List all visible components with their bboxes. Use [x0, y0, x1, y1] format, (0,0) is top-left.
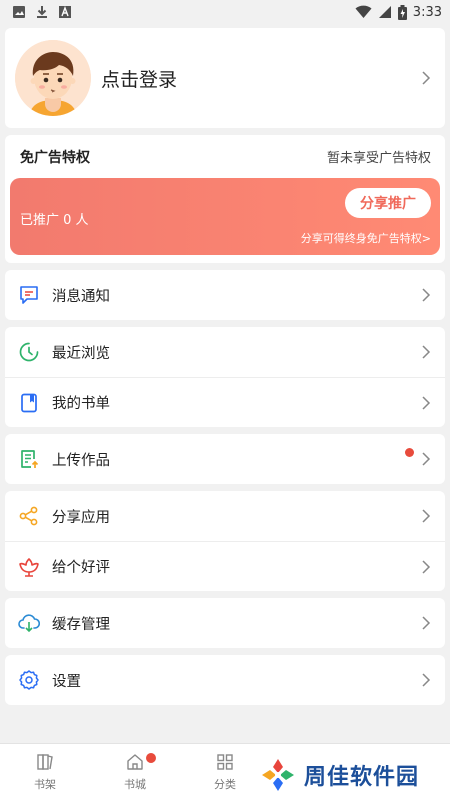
chevron-right-icon — [422, 288, 431, 302]
menu-group-settings: 设置 — [5, 655, 445, 705]
menu-label-share-app: 分享应用 — [52, 509, 110, 526]
login-prompt[interactable]: 点击登录 — [101, 65, 421, 92]
tab-bookstore[interactable]: 书城 — [90, 744, 180, 800]
chevron-right-icon — [422, 509, 431, 523]
menu-item-cache[interactable]: 缓存管理 — [5, 598, 445, 648]
font-notification-icon — [59, 6, 71, 18]
menu-group-upload: 上传作品 — [5, 434, 445, 484]
tab-label-bookshelf: 书架 — [34, 778, 56, 791]
promotion-banner: 已推广 0 人 分享推广 分享可得终身免广告特权> — [10, 178, 440, 255]
menu-item-recent[interactable]: 最近浏览 — [5, 327, 445, 377]
profile-card[interactable]: 点击登录 — [5, 28, 445, 128]
tab-label-category: 分类 — [214, 778, 236, 791]
flower-icon — [19, 557, 39, 577]
book-icon — [21, 393, 37, 412]
menu-item-booklist[interactable]: 我的书单 — [5, 377, 445, 427]
ad-privilege-card: 免广告特权 暂未享受广告特权 已推广 0 人 分享推广 分享可得终身免广告特权> — [5, 135, 445, 263]
menu-label-notifications: 消息通知 — [52, 288, 110, 305]
chevron-right-icon — [422, 395, 431, 410]
avatar[interactable] — [15, 40, 91, 116]
menu-label-booklist: 我的书单 — [52, 396, 110, 412]
menu-label-settings: 设置 — [52, 673, 81, 690]
menu-label-recent: 最近浏览 — [52, 345, 110, 362]
menu-group-messages: 消息通知 — [5, 270, 445, 320]
cloud-download-icon — [18, 614, 40, 633]
menu-label-upload: 上传作品 — [52, 452, 110, 469]
watermark: 周佳软件园 — [250, 750, 450, 800]
chevron-right-icon — [422, 71, 431, 85]
menu-item-share-app[interactable]: 分享应用 — [5, 491, 445, 541]
menu-item-settings[interactable]: 设置 — [5, 655, 445, 705]
wifi-icon — [355, 5, 372, 19]
ad-privilege-status: 暂未享受广告特权 — [326, 151, 431, 166]
chevron-right-icon — [422, 559, 431, 574]
bookshelf-icon — [37, 754, 53, 770]
promoted-count: 已推广 0 人 — [20, 213, 89, 228]
watermark-logo-icon — [262, 759, 294, 791]
menu-item-upload[interactable]: 上传作品 — [5, 434, 445, 484]
message-icon — [20, 286, 38, 304]
status-bar: 3:33 — [0, 0, 450, 24]
signal-icon — [378, 6, 391, 18]
menu-label-cache: 缓存管理 — [52, 616, 110, 633]
bookstore-badge-dot — [146, 753, 156, 763]
gear-icon — [19, 670, 39, 690]
chevron-right-icon — [422, 452, 431, 466]
chevron-right-icon — [422, 673, 431, 687]
chevron-right-icon — [422, 345, 431, 359]
tab-label-bookstore: 书城 — [124, 778, 146, 791]
grid-icon — [217, 754, 233, 770]
share-icon — [19, 506, 38, 526]
upload-document-icon — [21, 450, 39, 468]
clock-icon — [19, 342, 39, 362]
upload-badge-dot — [405, 448, 414, 457]
avatar-illustration — [15, 40, 91, 116]
watermark-text: 周佳软件园 — [304, 765, 420, 790]
menu-group-cache: 缓存管理 — [5, 598, 445, 648]
tab-bookshelf[interactable]: 书架 — [0, 744, 90, 800]
menu-group-social: 分享应用 给个好评 — [5, 491, 445, 591]
home-icon — [127, 754, 143, 770]
promotion-hint-link[interactable]: 分享可得终身免广告特权> — [301, 230, 431, 246]
menu-item-rate[interactable]: 给个好评 — [5, 541, 445, 591]
ad-privilege-title: 免广告特权 — [20, 149, 90, 166]
share-promote-button[interactable]: 分享推广 — [345, 188, 431, 218]
battery-icon — [397, 4, 407, 20]
status-time: 3:33 — [412, 4, 442, 20]
menu-item-notifications[interactable]: 消息通知 — [5, 270, 445, 320]
image-notification-icon — [13, 6, 25, 18]
menu-label-rate: 给个好评 — [52, 560, 110, 576]
menu-group-reading: 最近浏览 我的书单 — [5, 327, 445, 427]
download-notification-icon — [37, 6, 47, 18]
chevron-right-icon — [422, 616, 431, 630]
